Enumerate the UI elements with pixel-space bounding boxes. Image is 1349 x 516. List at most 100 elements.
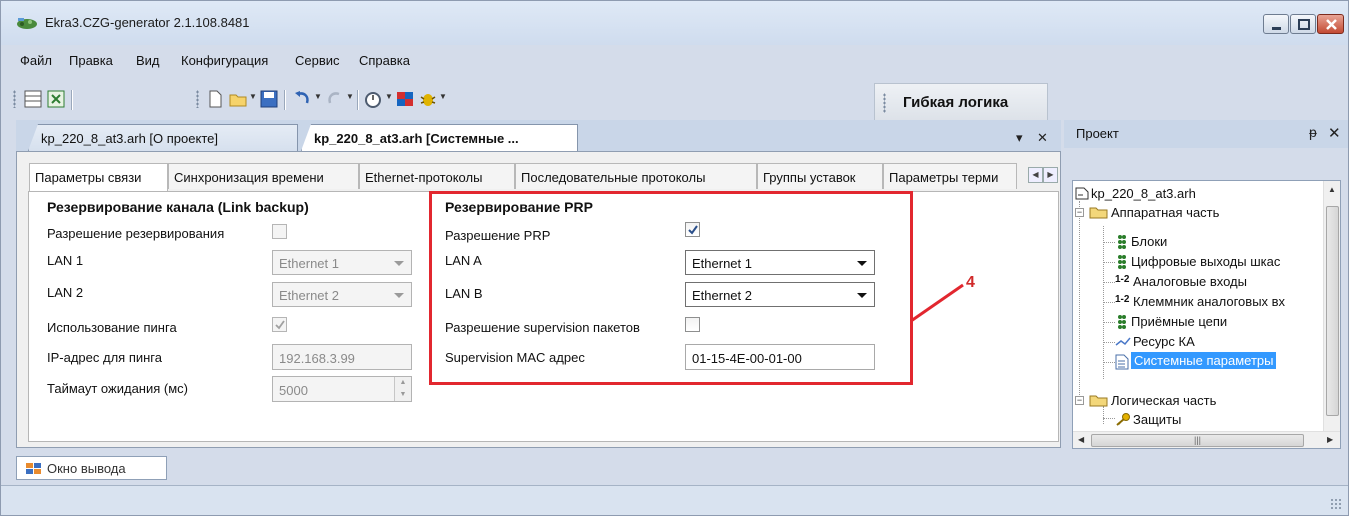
flags-icon[interactable] — [395, 89, 415, 109]
chevron-down-icon[interactable]: ▼ — [249, 92, 257, 101]
folder-open-icon — [1089, 207, 1108, 219]
receive-circuits-icon — [1118, 315, 1126, 329]
menu-file[interactable]: Файл — [20, 53, 52, 68]
timer-icon[interactable] — [363, 89, 383, 109]
toolbar-grip[interactable] — [196, 90, 199, 108]
tree-connector — [1079, 201, 1080, 401]
project-file-icon — [1075, 187, 1089, 200]
maximize-icon — [1298, 19, 1310, 30]
link-backup-enable-checkbox[interactable] — [272, 224, 287, 239]
analog-inputs-icon: 1-2 — [1115, 274, 1130, 285]
tree-vertical-scrollbar[interactable]: ▲ — [1323, 181, 1340, 431]
ping-ip-input[interactable]: 192.168.3.99 — [272, 344, 412, 370]
tree-connector — [1103, 362, 1115, 363]
tree-item-label: Цифровые выходы шкас — [1131, 254, 1281, 269]
subtab-connection-params[interactable]: Параметры связи — [29, 163, 168, 191]
ping-usage-label: Использование пинга — [47, 320, 177, 335]
subtab-terminal-params[interactable]: Параметры терми — [883, 163, 1017, 189]
save-icon[interactable] — [259, 89, 279, 109]
scroll-right-icon[interactable]: ▶ — [1327, 435, 1333, 444]
redo-icon[interactable] — [325, 89, 345, 109]
ping-ip-label: IP-адрес для пинга — [47, 350, 162, 365]
subtab-time-sync[interactable]: Синхронизация времени — [168, 163, 359, 189]
tree-connector — [1103, 282, 1115, 283]
lan1-select[interactable]: Ethernet 1 — [272, 250, 412, 275]
excel-icon[interactable] — [46, 89, 66, 109]
menu-view[interactable]: Вид — [136, 53, 160, 68]
lan1-label: LAN 1 — [47, 253, 84, 268]
table-view-icon[interactable] — [23, 89, 43, 109]
toolbar-grip[interactable] — [13, 90, 16, 108]
collapse-icon[interactable]: − — [1075, 396, 1084, 405]
chevron-down-icon — [394, 293, 404, 298]
tree-connector — [1103, 262, 1115, 263]
checkmark-icon — [275, 320, 285, 330]
flex-logic-label: Гибкая логика — [903, 94, 1009, 111]
output-window-tab[interactable]: Окно вывода — [16, 456, 167, 480]
close-window-button[interactable] — [1317, 14, 1344, 34]
tree-item-label: Системные параметры — [1131, 352, 1277, 369]
digital-outputs-icon — [1118, 255, 1126, 269]
ping-usage-checkbox[interactable] — [272, 317, 287, 332]
close-icon — [1326, 19, 1337, 30]
callout-line — [910, 283, 964, 323]
tab-list-dropdown[interactable]: ▾ — [1016, 130, 1023, 146]
spin-down-icon[interactable]: ▼ — [395, 389, 411, 401]
scroll-right-icon[interactable]: ▶ — [1043, 167, 1058, 183]
scroll-thumb[interactable] — [1326, 206, 1339, 416]
toolbar-separator — [71, 90, 72, 110]
debug-bug-icon[interactable] — [418, 89, 438, 109]
collapse-icon[interactable]: − — [1075, 208, 1084, 217]
status-bar — [1, 485, 1348, 515]
chevron-down-icon[interactable]: ▼ — [314, 92, 322, 101]
project-pane-title: Проект — [1076, 126, 1119, 141]
settings-sub-tabs: Параметры связи Синхронизация времени Et… — [29, 163, 1061, 191]
prp-highlight-frame — [429, 191, 913, 385]
timeout-stepper[interactable]: 5000 ▲ ▼ — [272, 376, 412, 402]
lan1-value: Ethernet 1 — [279, 256, 339, 271]
subtab-ethernet-protocols[interactable]: Ethernet-протоколы — [359, 163, 515, 189]
lan2-label: LAN 2 — [47, 285, 84, 300]
flex-logic-toolbar[interactable]: Гибкая логика — [874, 83, 1048, 120]
timeout-value: 5000 — [279, 383, 308, 398]
maximize-button[interactable] — [1290, 14, 1316, 34]
close-document-button[interactable]: ✕ — [1037, 130, 1048, 146]
pin-icon[interactable]: ᵽ — [1309, 124, 1317, 140]
chevron-down-icon[interactable]: ▼ — [385, 92, 393, 101]
chevron-down-icon — [394, 261, 404, 266]
menu-help[interactable]: Справка — [359, 53, 410, 68]
spin-up-icon[interactable]: ▲ — [395, 377, 411, 389]
system-params-icon — [1115, 354, 1129, 370]
scroll-thumb[interactable]: ||| — [1091, 434, 1304, 447]
subtab-setting-groups[interactable]: Группы уставок — [757, 163, 883, 189]
menu-edit[interactable]: Правка — [69, 53, 113, 68]
tab-about-project[interactable]: kp_220_8_at3.arh [О проекте] — [28, 124, 298, 151]
chevron-down-icon[interactable]: ▼ — [346, 92, 354, 101]
timeout-spin: ▲ ▼ — [394, 377, 411, 401]
menu-configuration[interactable]: Конфигурация — [181, 53, 268, 68]
tree-connector — [1103, 322, 1115, 323]
window-title: Ekra3.CZG-generator 2.1.108.8481 — [45, 15, 250, 30]
scroll-up-icon[interactable]: ▲ — [1328, 185, 1336, 194]
lan2-select[interactable]: Ethernet 2 — [272, 282, 412, 307]
tree-item-label: kp_220_8_at3.arh — [1091, 186, 1196, 201]
scroll-left-icon[interactable]: ◀ — [1078, 435, 1084, 444]
toolbar-grip[interactable] — [883, 93, 886, 113]
open-folder-icon[interactable] — [228, 89, 248, 109]
toolbar-separator — [284, 90, 285, 110]
subtab-serial-protocols[interactable]: Последовательные протоколы — [515, 163, 757, 189]
timeout-label: Таймаут ожидания (мс) — [47, 381, 188, 396]
resize-grip-icon[interactable] — [1330, 498, 1342, 510]
document-tabs: kp_220_8_at3.arh [О проекте] kp_220_8_at… — [16, 120, 1061, 152]
menu-service[interactable]: Сервис — [295, 53, 340, 68]
scroll-left-icon[interactable]: ◀ — [1028, 167, 1043, 183]
new-file-icon[interactable] — [205, 89, 225, 109]
output-window-label: Окно вывода — [47, 461, 126, 476]
tab-system-params[interactable]: kp_220_8_at3.arh [Системные ... — [301, 124, 578, 151]
close-pane-button[interactable]: ✕ — [1328, 124, 1341, 142]
tree-horizontal-scrollbar[interactable]: ◀ ||| ▶ — [1073, 431, 1340, 448]
minimize-button[interactable] — [1263, 14, 1289, 34]
undo-icon[interactable] — [292, 89, 312, 109]
chevron-down-icon[interactable]: ▼ — [439, 92, 447, 101]
app-logo-icon — [17, 18, 37, 29]
